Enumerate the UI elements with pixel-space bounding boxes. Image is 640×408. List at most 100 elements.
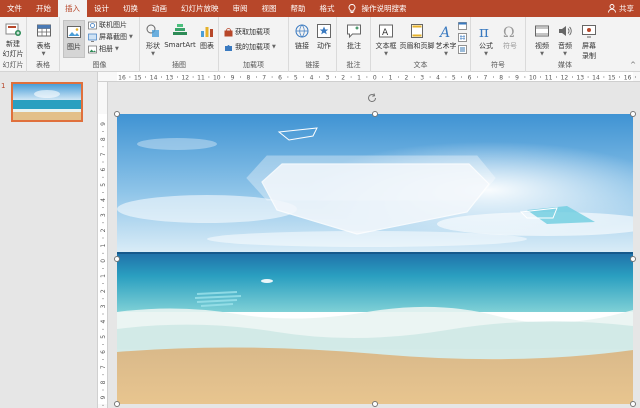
rotate-handle-icon[interactable] <box>366 92 378 104</box>
vertical-ruler: 9 8 7 6 5 4 3 2 1 0 1 2 3 4 5 6 7 8 9 <box>98 82 108 408</box>
link-label: 链接 <box>295 42 309 50</box>
photo-album-button[interactable]: 相册 ▼ <box>88 44 119 54</box>
tab-slideshow[interactable]: 幻灯片放映 <box>174 0 226 17</box>
online-pictures-button[interactable]: 联机图片 <box>88 20 127 30</box>
screen-recording-label-1: 屏幕 <box>582 42 596 50</box>
svg-text:Ω: Ω <box>503 25 515 39</box>
chart-button[interactable]: 图表 <box>196 23 218 51</box>
ruler-tick-label: 4 <box>100 198 107 202</box>
comment-button[interactable]: 批注 <box>341 23 367 51</box>
ruler-tick-label: 8 <box>100 380 107 384</box>
textbox-button[interactable]: A 文本框 ▼ <box>373 23 399 57</box>
resize-handle-bottom-left[interactable] <box>114 401 120 407</box>
wordart-label: 艺术字 <box>435 42 457 50</box>
action-button[interactable]: 动作 <box>313 23 335 51</box>
ruler-tick-label: 13 <box>576 75 584 82</box>
symbol-button[interactable]: Ω 符号 <box>499 23 521 51</box>
tab-file[interactable]: 文件 <box>0 0 29 17</box>
shapes-button[interactable]: 形状 ▼ <box>142 23 164 57</box>
object-button[interactable] <box>458 45 467 54</box>
ruler-tick-label: 2 <box>341 75 345 82</box>
tab-insert[interactable]: 插入 <box>58 0 87 17</box>
table-button[interactable]: 表格 ▼ <box>29 23 58 57</box>
resize-handle-top[interactable] <box>372 111 378 117</box>
beach-background-picture[interactable] <box>117 114 633 404</box>
video-button[interactable]: 视频 ▼ <box>531 23 553 57</box>
ruler-tick-label: 5 <box>294 75 298 82</box>
tab-help[interactable]: 帮助 <box>284 0 313 17</box>
video-icon <box>535 25 549 37</box>
share-button[interactable]: 共享 <box>608 0 634 17</box>
wordart-button[interactable]: A 艺术字 ▼ <box>435 23 457 57</box>
group-comments-label: 批注 <box>346 61 361 69</box>
person-icon <box>608 4 616 13</box>
group-addins-label: 加载项 <box>243 61 264 69</box>
group-media-label: 媒体 <box>558 61 572 69</box>
table-icon <box>36 24 51 37</box>
resize-handle-bottom[interactable] <box>372 401 378 407</box>
lightbulb-icon <box>348 3 355 13</box>
chevron-down-icon: ▼ <box>151 51 155 57</box>
date-time-button[interactable] <box>458 21 467 30</box>
slide-number-button[interactable] <box>458 33 467 42</box>
resize-handle-bottom-right[interactable] <box>630 401 636 407</box>
ruler-tick-label: 5 <box>100 335 107 339</box>
smartart-button[interactable]: SmartArt <box>164 23 196 49</box>
tab-design[interactable]: 设计 <box>87 0 116 17</box>
textbox-icon: A <box>379 24 393 38</box>
ruler-tick-label: 7 <box>262 75 266 82</box>
new-slide-label-2: 幻灯片 <box>2 50 24 58</box>
header-footer-button[interactable]: 页眉和页脚 <box>399 23 435 51</box>
new-slide-button[interactable]: 新建 幻灯片 <box>0 21 26 59</box>
tab-view[interactable]: 视图 <box>255 0 284 17</box>
slide[interactable] <box>117 114 633 404</box>
resize-handle-top-right[interactable] <box>630 111 636 117</box>
wordart-icon: A <box>438 25 450 39</box>
slide-editing-canvas <box>108 82 640 408</box>
ruler-tick-label: 7 <box>483 75 487 82</box>
new-slide-icon <box>5 23 21 36</box>
link-button[interactable]: 链接 <box>291 23 313 51</box>
my-addins-button[interactable]: 我的加载项 ▼ <box>224 42 276 52</box>
tab-home[interactable]: 开始 <box>29 0 58 17</box>
tell-me-label: 操作说明搜索 <box>361 4 407 13</box>
collapse-ribbon-icon[interactable]: ^ <box>630 61 636 69</box>
tab-animations[interactable]: 动画 <box>145 0 174 17</box>
omega-icon: Ω <box>503 25 515 39</box>
ruler-tick-label: 3 <box>100 213 107 217</box>
group-links: 链接 动作 链接 <box>289 17 337 72</box>
screenshot-label: 屏幕截图 <box>99 33 127 41</box>
ruler-tick-label: 5 <box>452 75 456 82</box>
tab-review[interactable]: 审阅 <box>226 0 255 17</box>
chevron-down-icon: ▼ <box>540 51 544 57</box>
ruler-tick-label: 12 <box>561 75 569 82</box>
tab-transitions[interactable]: 切换 <box>116 0 145 17</box>
screen-recording-button[interactable]: 屏幕 录制 <box>577 23 601 61</box>
ruler-tick-label: 12 <box>181 75 189 82</box>
addin-icon <box>225 44 232 51</box>
ruler-tick-label: 14 <box>150 75 158 82</box>
equation-button[interactable]: π 公式 ▼ <box>475 23 497 57</box>
tab-format[interactable]: 格式 <box>313 0 342 17</box>
table-label: 表格 <box>36 42 51 50</box>
get-addins-button[interactable]: 获取加载项 <box>224 27 270 37</box>
action-label: 动作 <box>317 42 331 50</box>
svg-text:A: A <box>438 25 450 39</box>
screenshot-button[interactable]: 屏幕截图 ▼ <box>88 32 133 42</box>
online-pictures-label: 联机图片 <box>99 21 127 29</box>
picture-icon <box>67 26 81 38</box>
group-images-label: 图像 <box>92 61 107 69</box>
ruler-tick-label: 9 <box>231 75 235 82</box>
slide-thumbnail[interactable] <box>11 82 83 122</box>
group-illustrations: 形状 ▼ SmartArt 图表 插图 <box>140 17 219 72</box>
smartart-label: SmartArt <box>164 41 196 49</box>
thumbnail-beach-image <box>13 84 81 120</box>
audio-button[interactable]: 音频 ▼ <box>554 23 576 57</box>
picture-button[interactable]: 图片 <box>63 20 85 58</box>
resize-handle-left[interactable] <box>114 256 120 262</box>
ruler-tick-label: 4 <box>310 75 314 82</box>
textbox-label: 文本框 <box>375 42 397 50</box>
resize-handle-right[interactable] <box>630 256 636 262</box>
resize-handle-top-left[interactable] <box>114 111 120 117</box>
tell-me-search[interactable]: 操作说明搜索 <box>348 3 407 14</box>
